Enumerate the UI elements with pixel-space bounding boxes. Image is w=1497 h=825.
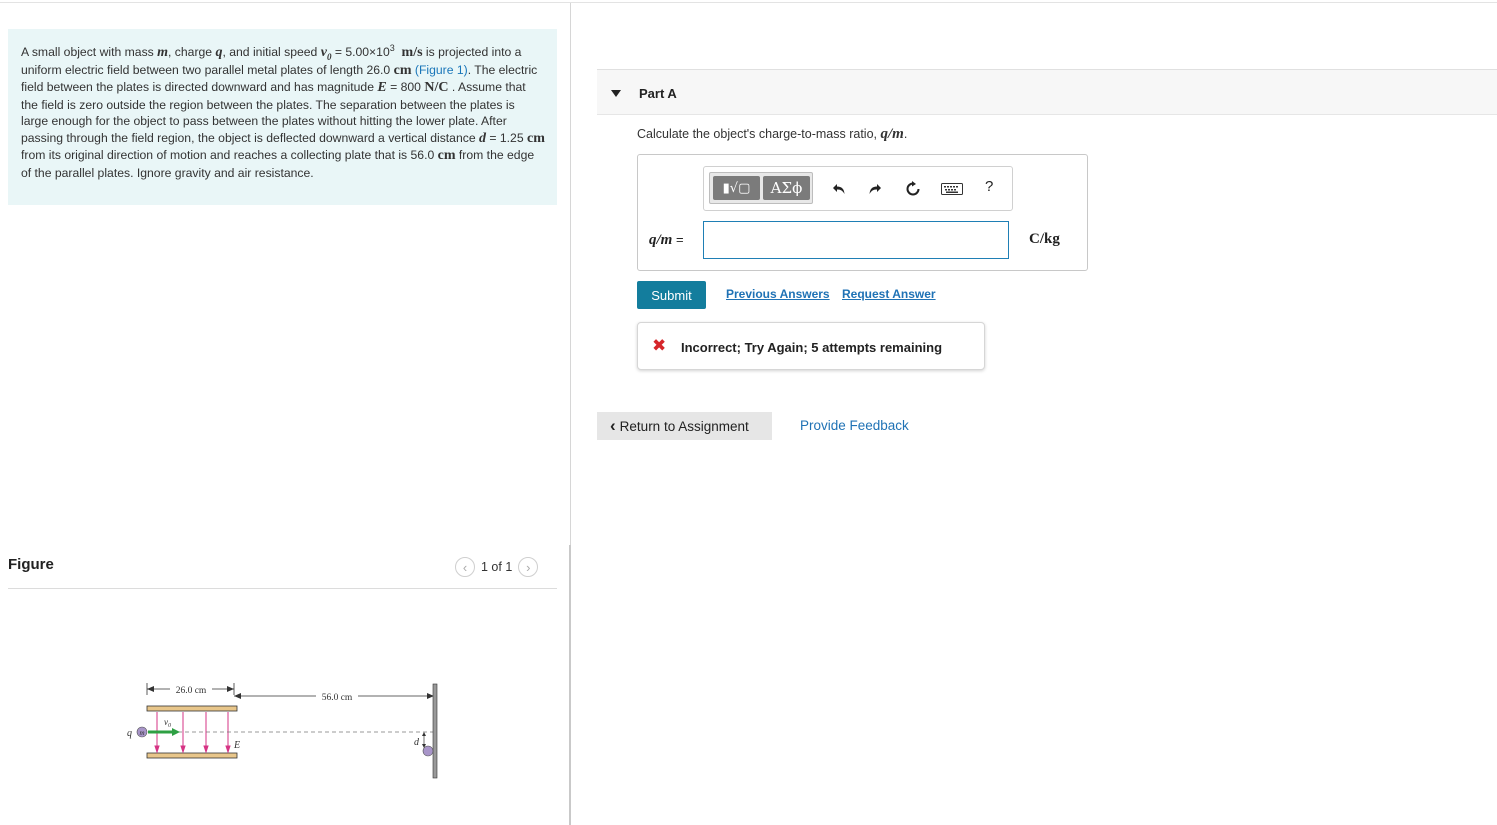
svg-text:m: m bbox=[139, 729, 144, 737]
chevron-left-icon[interactable]: ‹ bbox=[455, 557, 475, 577]
keyboard-icon[interactable] bbox=[941, 180, 963, 198]
template-button[interactable]: ▮√▢ bbox=[713, 176, 760, 200]
panel-scrollbar[interactable] bbox=[569, 545, 571, 825]
help-icon[interactable]: ? bbox=[985, 178, 993, 195]
bottom-plate bbox=[146, 752, 238, 759]
question-text: Calculate the object's charge-to-mass ra… bbox=[637, 126, 908, 142]
chevron-left-icon: ‹ bbox=[610, 416, 616, 435]
submit-button[interactable]: Submit bbox=[637, 281, 706, 309]
figure-pager: ‹ 1 of 1 › bbox=[455, 557, 539, 577]
greek-symbols-button[interactable]: ΑΣϕ bbox=[763, 176, 810, 200]
label-v0: v0 bbox=[164, 717, 171, 729]
deflected-object bbox=[422, 745, 434, 757]
label-d: d bbox=[414, 737, 420, 748]
redo-icon[interactable] bbox=[866, 180, 884, 198]
collecting-plate bbox=[432, 683, 438, 779]
undo-icon[interactable] bbox=[830, 180, 848, 198]
top-divider bbox=[0, 2, 1497, 3]
figure-counter: 1 of 1 bbox=[481, 560, 513, 574]
previous-answers-link[interactable]: Previous Answers bbox=[726, 287, 830, 301]
label-q: q bbox=[127, 728, 132, 739]
figure-link[interactable]: (Figure 1) bbox=[415, 63, 468, 77]
figure-diagram: 26.0 cm 56.0 cm E m q v0 d bbox=[127, 682, 438, 779]
caret-down-icon[interactable] bbox=[611, 90, 621, 97]
part-header[interactable]: Part A bbox=[597, 69, 1497, 115]
top-plate bbox=[146, 705, 238, 712]
problem-statement: A small object with mass m, charge q, an… bbox=[8, 29, 557, 205]
label-E: E bbox=[233, 740, 240, 751]
return-to-assignment-button[interactable]: ‹ Return to Assignment bbox=[597, 412, 772, 440]
answer-input[interactable] bbox=[703, 221, 1009, 259]
x-icon: ✖ bbox=[652, 336, 667, 356]
chevron-right-icon[interactable]: › bbox=[518, 557, 539, 577]
provide-feedback-link[interactable]: Provide Feedback bbox=[800, 418, 909, 433]
request-answer-link[interactable]: Request Answer bbox=[842, 287, 936, 301]
answer-container: ▮√▢ ΑΣϕ ? q/m = C/kg bbox=[637, 154, 1088, 271]
figure-title: Figure bbox=[8, 556, 54, 573]
math-toolbar: ▮√▢ ΑΣϕ ? bbox=[703, 166, 1013, 211]
feedback-message: ✖ Incorrect; Try Again; 5 attempts remai… bbox=[637, 322, 985, 370]
answer-unit: C/kg bbox=[1029, 231, 1060, 247]
answer-label: q/m = bbox=[649, 232, 684, 248]
reset-icon[interactable] bbox=[904, 180, 922, 198]
label-plate-length: 26.0 cm bbox=[176, 686, 207, 696]
label-distance: 56.0 cm bbox=[322, 693, 353, 703]
part-label: Part A bbox=[639, 86, 677, 101]
feedback-text: Incorrect; Try Again; 5 attempts remaini… bbox=[681, 340, 943, 355]
figure-divider bbox=[8, 588, 557, 589]
